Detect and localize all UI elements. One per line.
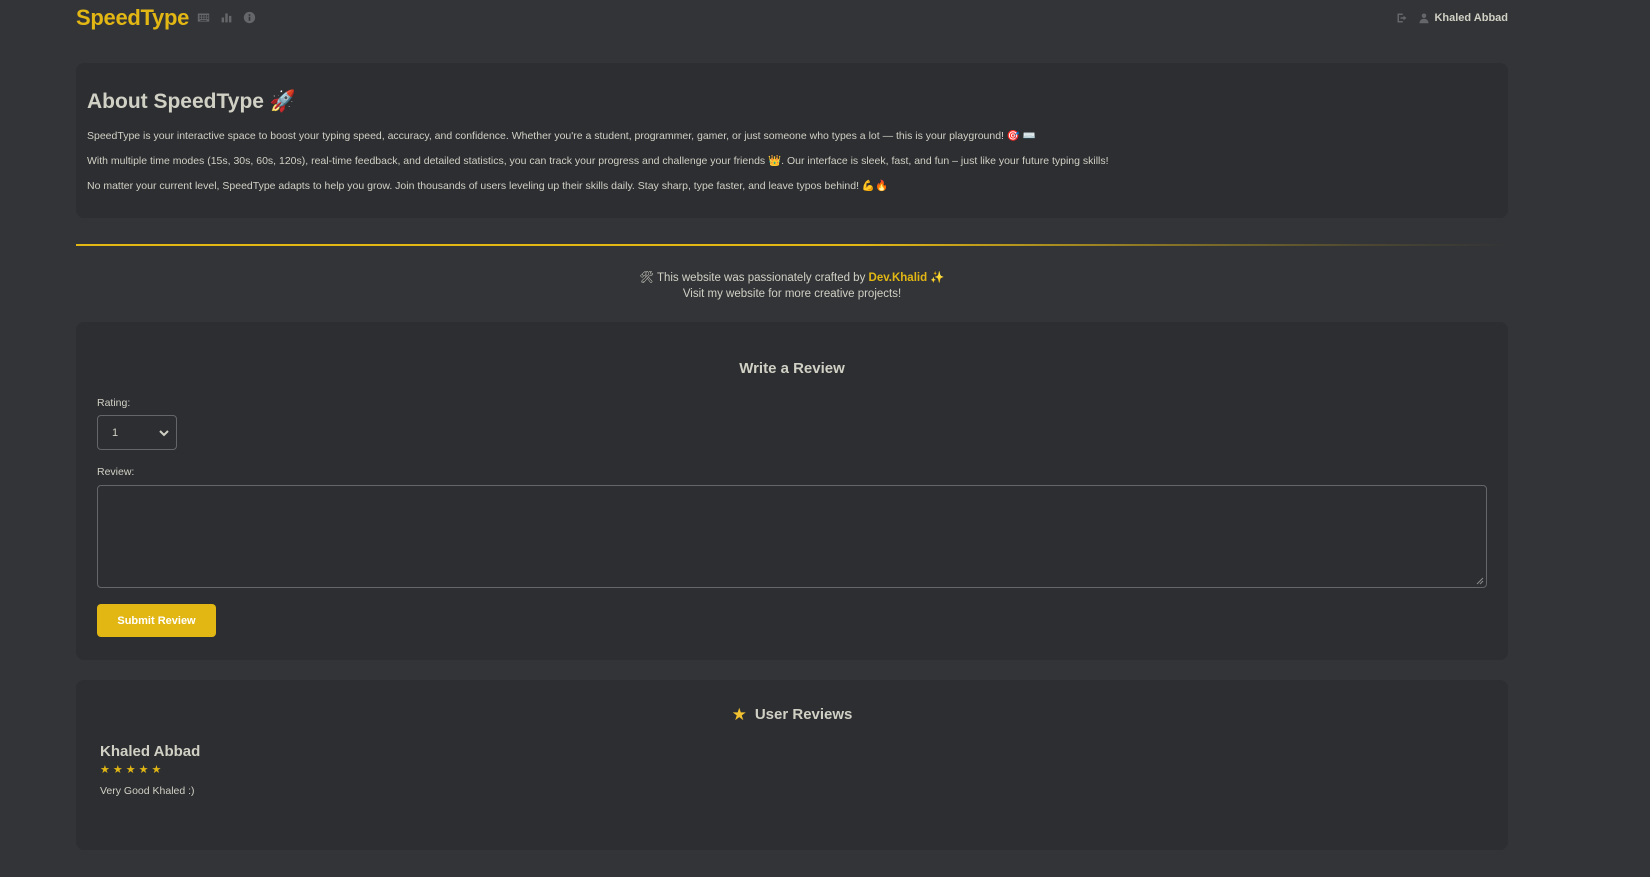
resize-grip-icon[interactable] <box>1476 577 1484 585</box>
nav-icons <box>197 11 256 24</box>
about-paragraph: No matter your current level, SpeedType … <box>87 180 889 192</box>
author-link[interactable]: Dev.Khalid <box>869 272 928 284</box>
credit-suffix: ✨ <box>927 272 945 284</box>
credit-line2: Visit my website for more creative proje… <box>682 288 902 300</box>
credit: 🛠 This website was passionately crafted … <box>76 270 1508 302</box>
user-icon <box>1419 13 1429 23</box>
review-item: Khaled Abbad ★★★★★ Very Good Khaled :) <box>100 743 1484 797</box>
info-icon[interactable] <box>243 11 256 24</box>
star-icon: ★ <box>731 705 747 724</box>
review-form: Write a Review Rating: 1 Review: Submit … <box>76 322 1508 660</box>
about-title: About SpeedType 🚀 <box>87 90 296 113</box>
review-text: Very Good Khaled :) <box>100 785 195 797</box>
username: Khaled Abbad <box>1434 11 1508 24</box>
chevron-down-icon <box>158 427 170 439</box>
user-profile-link[interactable]: Khaled Abbad <box>1418 12 1508 24</box>
divider <box>76 244 1508 246</box>
keyboard-icon[interactable] <box>197 11 210 24</box>
rating-select[interactable]: 1 <box>97 415 177 450</box>
user-reviews-title: User Reviews <box>754 706 853 723</box>
logout-icon[interactable] <box>1395 11 1408 24</box>
submit-review-button[interactable]: Submit Review <box>97 604 216 637</box>
rating-select-value: 1 <box>112 426 119 439</box>
rating-label: Rating: <box>97 397 131 409</box>
user-reviews-section: ★ User Reviews Khaled Abbad ★★★★★ Very G… <box>76 680 1508 850</box>
review-form-title: Write a Review <box>739 360 845 377</box>
stats-icon[interactable] <box>220 11 233 24</box>
logo[interactable]: SpeedType <box>76 5 189 31</box>
review-textarea[interactable] <box>97 485 1487 588</box>
top-nav: SpeedType Khaled Abbad <box>76 0 1508 40</box>
about-paragraph: With multiple time modes (15s, 30s, 60s,… <box>87 155 1109 167</box>
reviewer-name: Khaled Abbad <box>100 743 201 760</box>
about-section: About SpeedType 🚀 SpeedType is your inte… <box>76 63 1508 218</box>
about-paragraph: SpeedType is your interactive space to b… <box>87 130 1036 142</box>
page-container: SpeedType Khaled Abbad About SpeedType 🚀 <box>76 0 1508 850</box>
user-reviews-heading: ★ User Reviews <box>100 706 1484 723</box>
user-area: Khaled Abbad <box>1395 11 1508 24</box>
review-stars: ★★★★★ <box>100 764 165 776</box>
credit-prefix: 🛠 This website was passionately crafted … <box>639 272 869 284</box>
review-label: Review: <box>97 466 135 478</box>
